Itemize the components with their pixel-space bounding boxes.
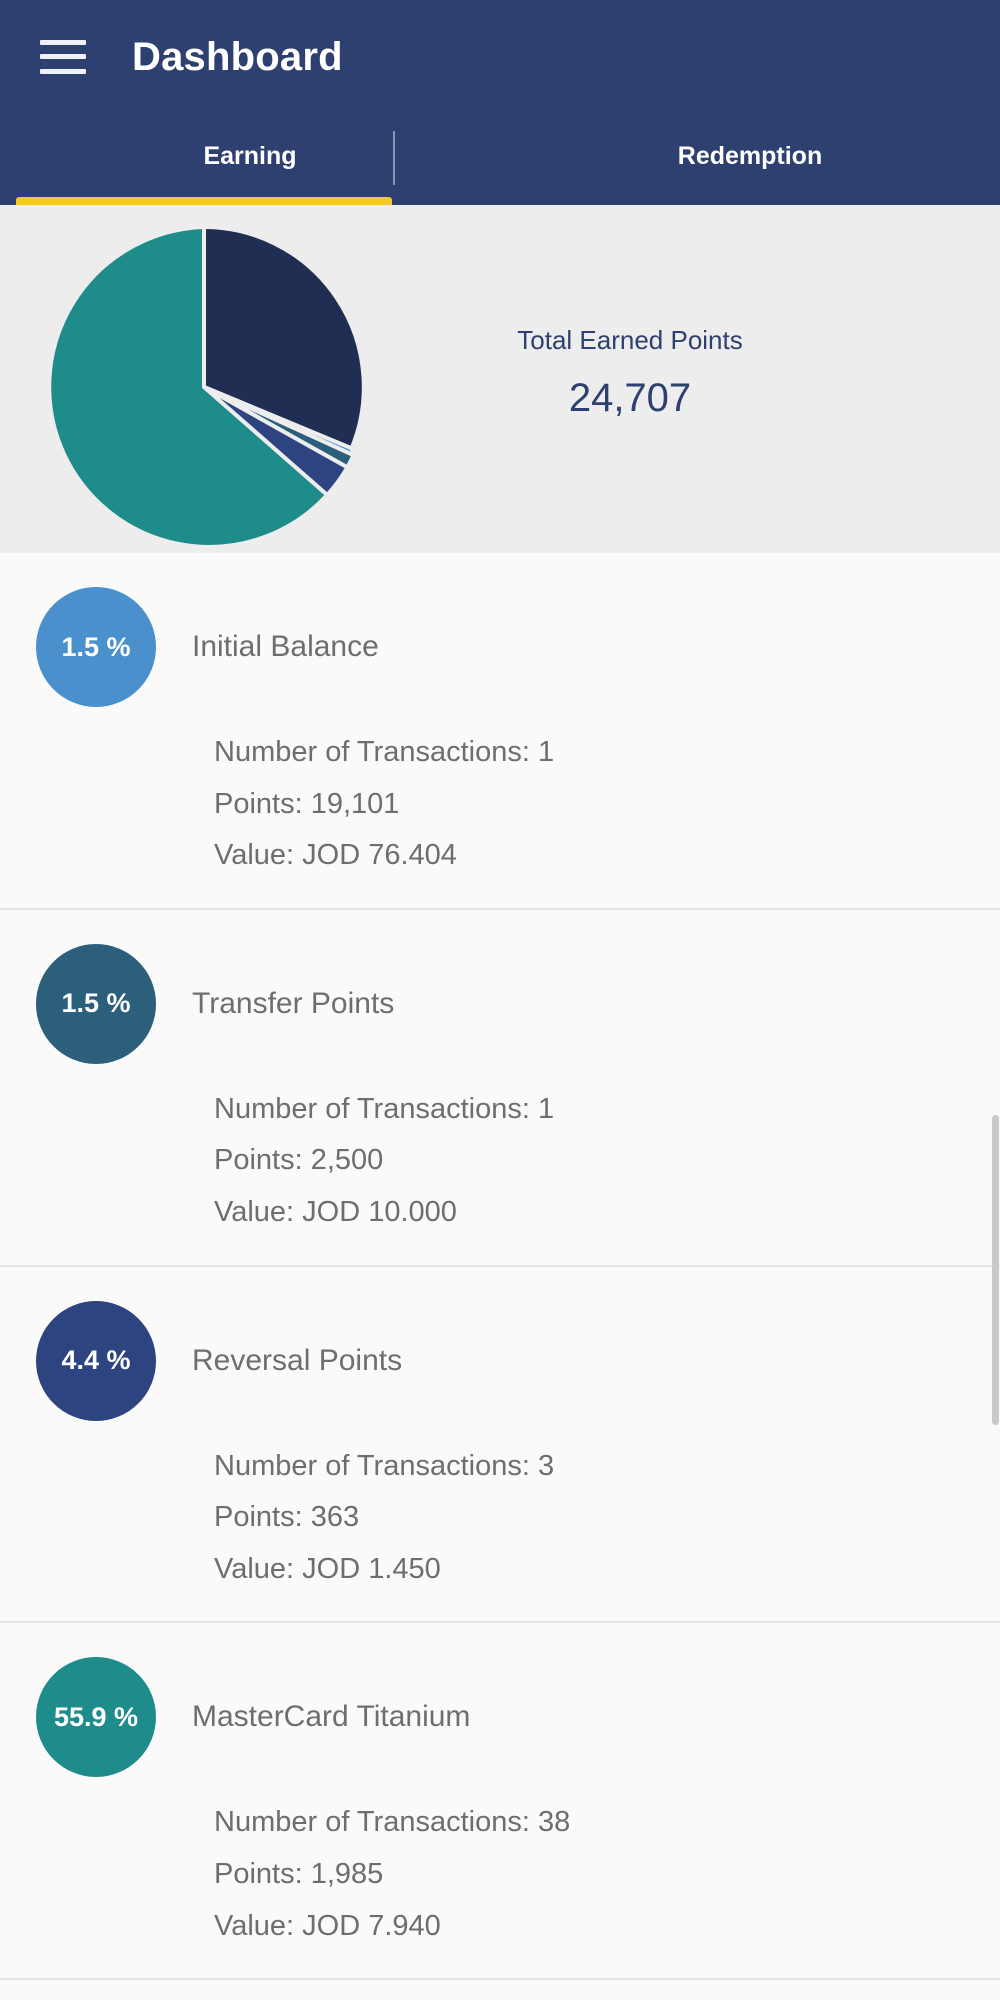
total-earned-points-label: Total Earned Points — [517, 325, 743, 355]
transactions-count: Number of Transactions: 3 — [214, 1449, 555, 1482]
list-item-details: Number of Transactions: 3 Points: 363 Va… — [0, 1421, 1000, 1622]
tab-redemption[interactable]: Redemption — [500, 113, 1000, 199]
scrollbar-track[interactable] — [991, 553, 1000, 2000]
list-item[interactable]: 1.5 % Initial Balance Number of Transact… — [0, 553, 1000, 910]
list-item-details: Number of Transactions: 38 Points: 1,985… — [0, 1777, 1000, 1978]
app-bar-top: Dashboard — [0, 0, 1000, 113]
tab-redemption-label: Redemption — [677, 141, 823, 170]
tab-list: Earning Redemption — [0, 113, 1000, 199]
list-item[interactable]: 4.4 % Reversal Points Number of Transact… — [0, 1266, 1000, 1624]
list-item-details: Number of Transactions: 1 Points: 2,500 … — [0, 1064, 1000, 1265]
status-badge: 4.4 % — [36, 1300, 156, 1421]
list-item[interactable]: 55.9 % MasterCard Titanium Number of Tra… — [0, 1623, 1000, 1981]
total-earned-points-value: 24,707 — [568, 376, 692, 421]
status-badge: 1.5 % — [36, 587, 156, 707]
list-item-title: Initial Balance — [192, 630, 379, 663]
scrollbar-thumb[interactable] — [992, 1115, 999, 1425]
tab-earning[interactable]: Earning — [0, 113, 500, 199]
earning-breakdown-list[interactable]: 1.5 % Initial Balance Number of Transact… — [0, 553, 1000, 2000]
page-title: Dashboard — [132, 34, 343, 79]
list-item-title: Transfer Points — [192, 986, 395, 1020]
list-item[interactable]: 1.5 % Transfer Points Number of Transact… — [0, 909, 1000, 1267]
status-badge: 1.5 % — [36, 943, 156, 1064]
list-item-header: 1.5 % Initial Balance — [0, 553, 1000, 707]
status-badge: 55.9 % — [36, 1657, 156, 1778]
list-item-header: 4.4 % Reversal Points — [0, 1267, 1000, 1421]
list-item-title: MasterCard Titanium — [192, 1700, 471, 1734]
points-amount: Points: 19,101 — [214, 787, 400, 820]
earning-pie-chart[interactable] — [44, 227, 364, 547]
monetary-value: Value: JOD 7.940 — [214, 1909, 441, 1942]
total-earned-points: Total Earned Points 24,707 — [420, 325, 840, 418]
monetary-value: Value: JOD 76.404 — [214, 839, 457, 872]
earning-summary-card: Total Earned Points 24,707 — [0, 205, 1000, 553]
transactions-count: Number of Transactions: 1 — [214, 736, 555, 768]
monetary-value: Value: JOD 1.450 — [214, 1552, 441, 1585]
points-amount: Points: 1,985 — [214, 1858, 384, 1891]
list-item-header: 1.5 % Transfer Points — [0, 910, 1000, 1064]
list-item-details: Number of Transactions: 1 Points: 19,101… — [0, 707, 1000, 908]
monetary-value: Value: JOD 10.000 — [214, 1196, 457, 1229]
pie-chart-svg — [47, 227, 364, 547]
hamburger-menu-icon[interactable] — [40, 39, 86, 74]
list-item-header: 55.9 % MasterCard Titanium — [0, 1623, 1000, 1778]
dashboard-screen: Dashboard Earning Redemption Total Earne… — [0, 0, 1000, 2000]
transactions-count: Number of Transactions: 1 — [214, 1092, 555, 1125]
tab-earning-label: Earning — [203, 141, 297, 170]
points-amount: Points: 2,500 — [214, 1144, 384, 1177]
tab-bar: Earning Redemption — [0, 113, 1000, 208]
transactions-count: Number of Transactions: 38 — [214, 1806, 571, 1839]
tab-divider — [393, 131, 395, 185]
points-amount: Points: 363 — [214, 1501, 360, 1534]
list-item-title: Reversal Points — [192, 1343, 403, 1377]
app-bar: Dashboard Earning Redemption — [0, 0, 1000, 208]
